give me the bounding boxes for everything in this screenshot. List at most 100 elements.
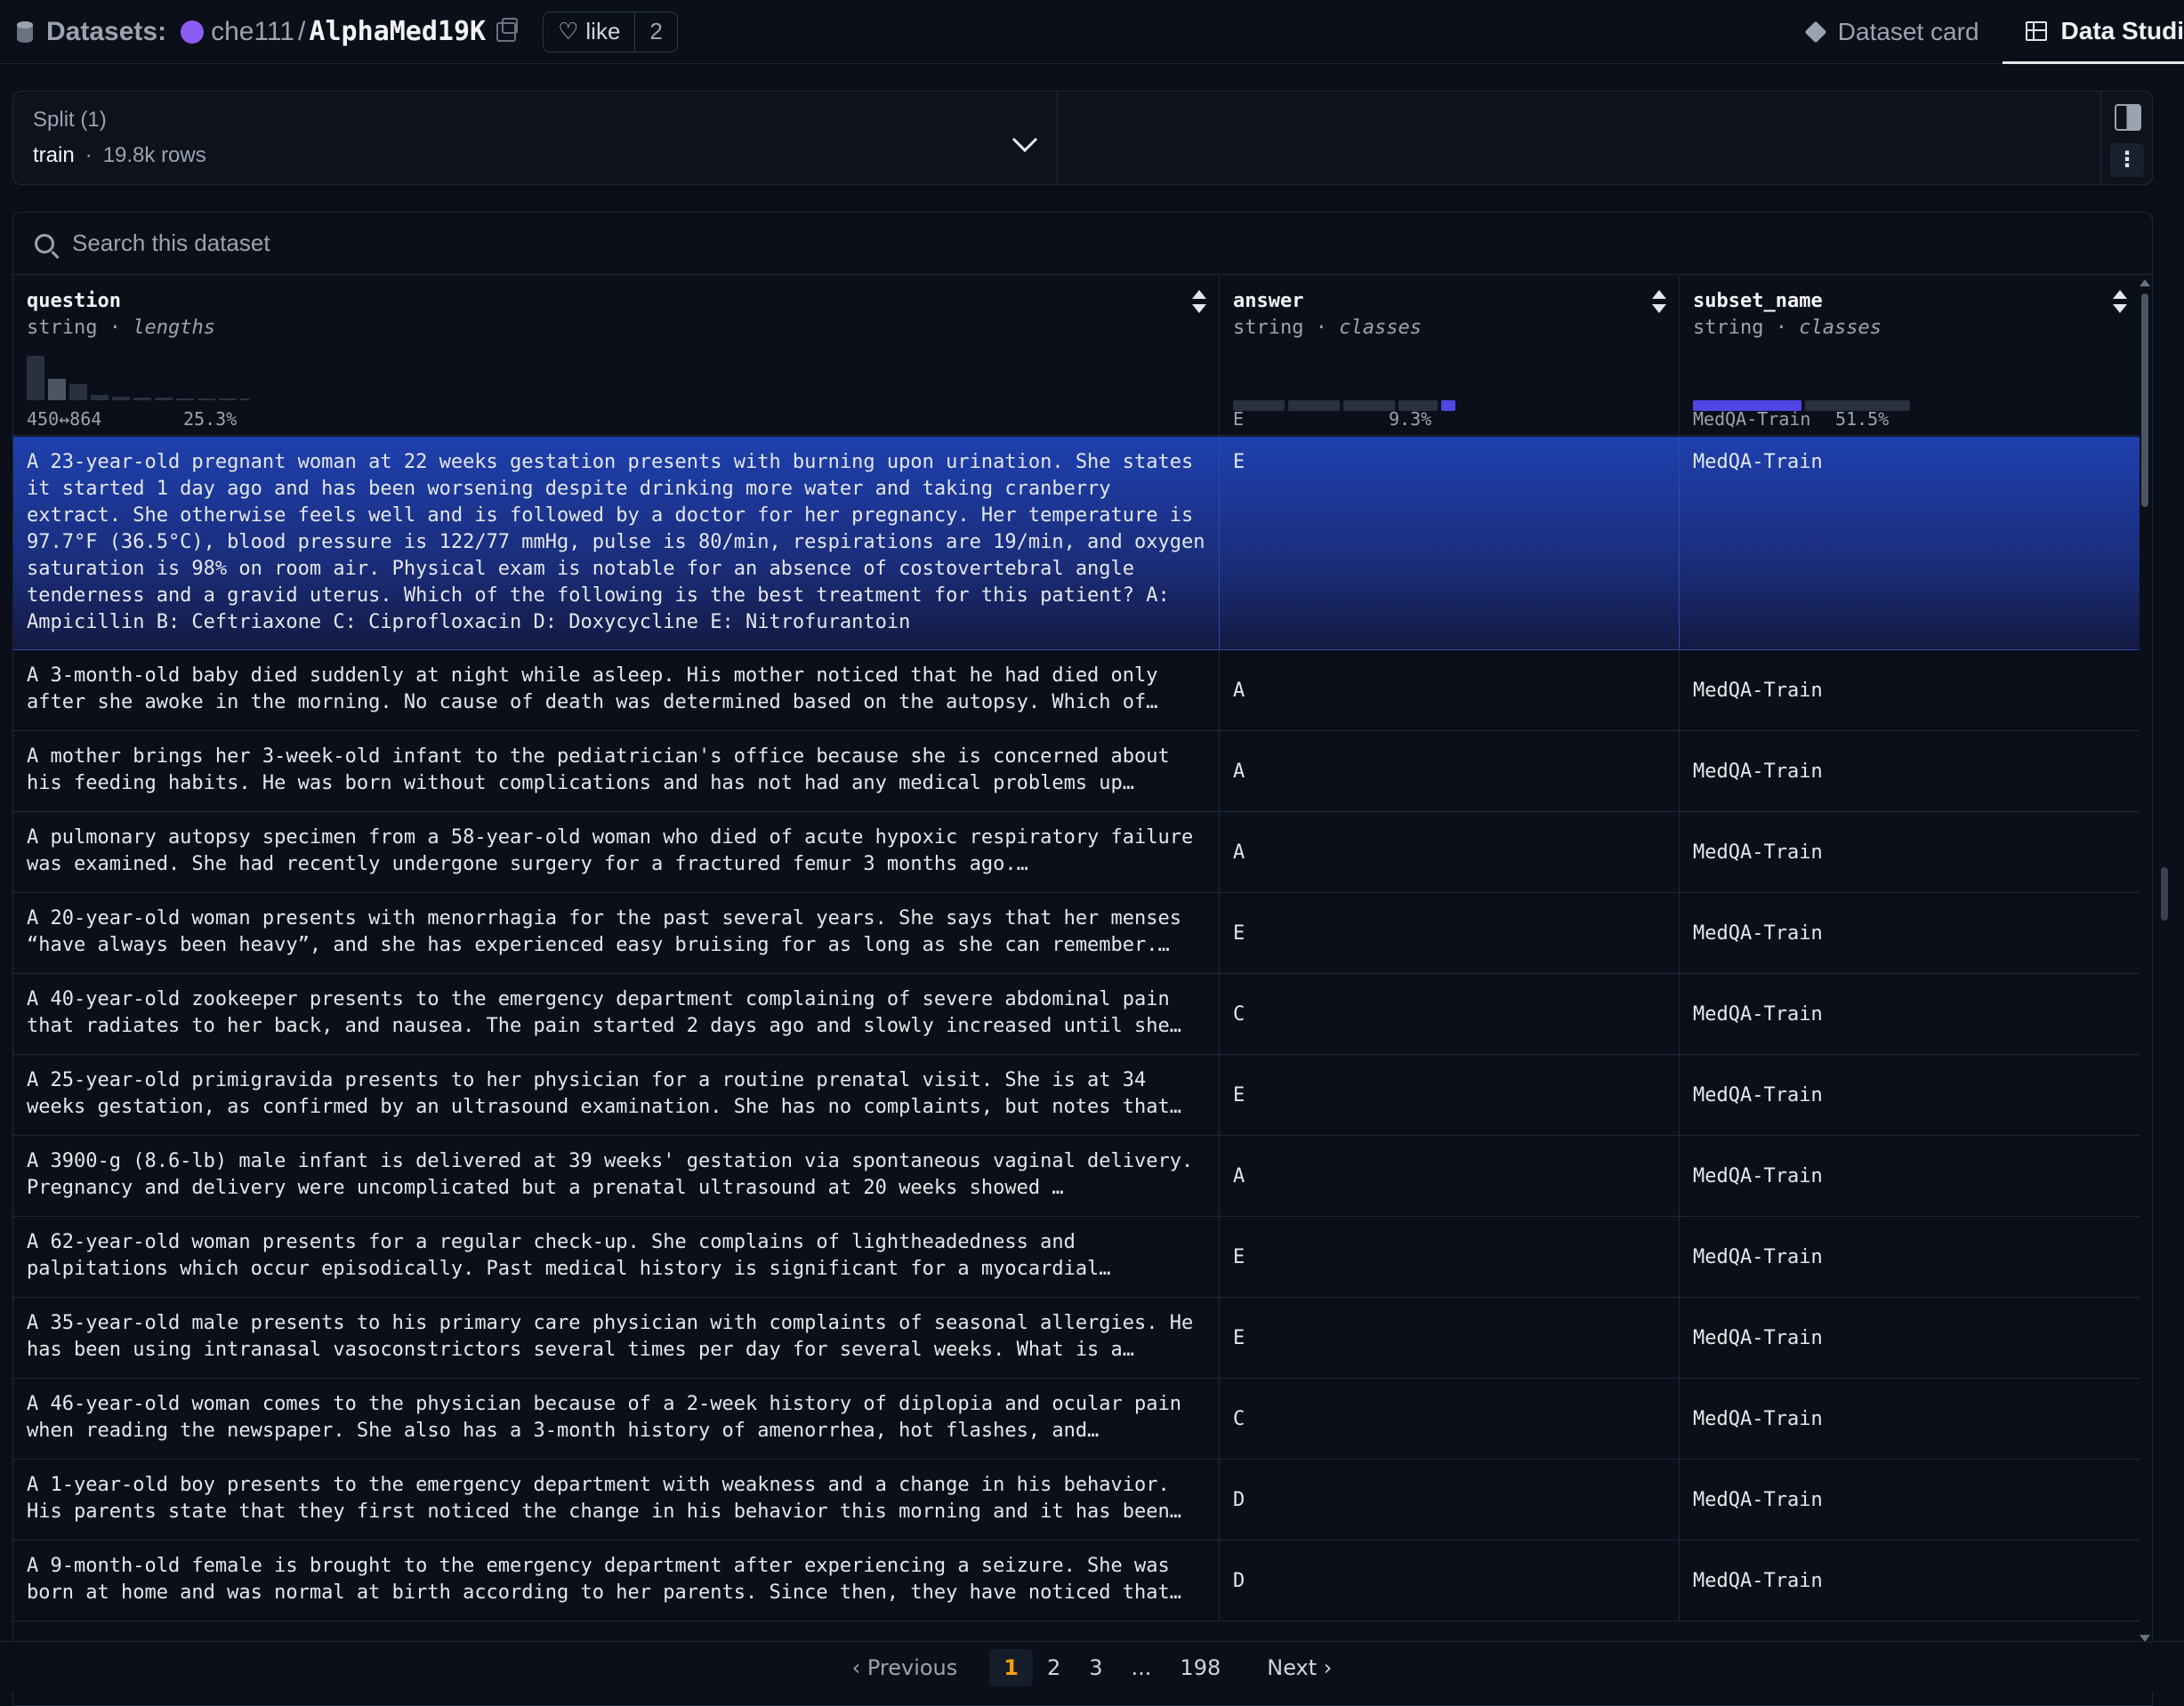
owner-link[interactable]: che111 — [211, 17, 294, 47]
question-cell[interactable]: A 40-year-old zookeeper presents to the … — [13, 974, 1220, 1054]
answer-cell[interactable]: E — [1220, 437, 1680, 649]
datasets-link[interactable]: Datasets: — [46, 17, 166, 47]
answer-cell[interactable]: E — [1220, 1298, 1680, 1378]
toggle-panel-icon[interactable] — [2115, 104, 2141, 131]
next-page-button[interactable]: Next › — [1253, 1649, 1346, 1686]
answer-cell[interactable]: C — [1220, 1379, 1680, 1459]
answer-cell[interactable]: A — [1220, 650, 1680, 730]
table-row[interactable]: A 25-year-old primigravida presents to h… — [13, 1055, 2140, 1136]
scrollbar-thumb[interactable] — [2141, 294, 2148, 507]
page-scrollbar-thumb[interactable] — [2161, 867, 2168, 921]
table-row[interactable]: A 40-year-old zookeeper presents to the … — [13, 974, 2140, 1055]
search-input[interactable] — [72, 229, 1140, 257]
histogram-bar[interactable] — [91, 395, 109, 400]
histogram-bar[interactable] — [240, 398, 249, 400]
subset-cell[interactable]: MedQA-Train — [1680, 1541, 2140, 1621]
cell-text: A 35-year-old male presents to his prima… — [27, 1312, 1194, 1361]
class-bar[interactable] — [1288, 400, 1340, 411]
answer-cell[interactable]: A — [1220, 1136, 1680, 1216]
subset-cell[interactable]: MedQA-Train — [1680, 893, 2140, 973]
more-options-icon[interactable]: ⋮ — [2110, 143, 2144, 177]
length-histogram[interactable] — [27, 356, 249, 400]
histogram-bar[interactable] — [112, 397, 130, 400]
question-cell[interactable]: A pulmonary autopsy specimen from a 58-y… — [13, 812, 1220, 892]
tab-data-studio[interactable]: Data Studi — [2002, 0, 2184, 64]
page-button-last[interactable]: 198 — [1165, 1649, 1235, 1686]
question-cell[interactable]: A 62-year-old woman presents for a regul… — [13, 1217, 1220, 1297]
answer-cell[interactable]: A — [1220, 731, 1680, 811]
question-cell[interactable]: A 35-year-old male presents to his prima… — [13, 1298, 1220, 1378]
column-header-question[interactable]: question string · lengths 450↔864 25.3% — [13, 276, 1220, 435]
histogram-bar[interactable] — [197, 398, 215, 400]
column-type: string · classes — [1233, 317, 1422, 339]
subset-cell[interactable]: MedQA-Train — [1680, 1136, 2140, 1216]
histogram-bar[interactable] — [27, 356, 44, 400]
table-row[interactable]: A 1-year-old boy presents to the emergen… — [13, 1460, 2140, 1541]
table-scrollbar[interactable] — [2138, 276, 2152, 1646]
like-count[interactable]: 2 — [634, 12, 676, 52]
answer-cell[interactable]: E — [1220, 1055, 1680, 1135]
table-row[interactable]: A 46-year-old woman comes to the physici… — [13, 1379, 2140, 1460]
sort-icon[interactable] — [1652, 290, 1666, 313]
histogram-bar[interactable] — [155, 398, 173, 400]
question-cell[interactable]: A 25-year-old primigravida presents to h… — [13, 1055, 1220, 1135]
question-cell[interactable]: A 3-month-old baby died suddenly at nigh… — [13, 650, 1220, 730]
split-selector[interactable]: Split (1) train · 19.8k rows — [13, 92, 1058, 184]
answer-cell[interactable]: D — [1220, 1541, 1680, 1621]
subset-cell[interactable]: MedQA-Train — [1680, 1055, 2140, 1135]
answer-cell[interactable]: E — [1220, 893, 1680, 973]
table-row[interactable]: A 23-year-old pregnant woman at 22 weeks… — [13, 437, 2140, 650]
column-header-answer[interactable]: answer string · classes E 9.3% — [1220, 276, 1680, 435]
previous-page-button[interactable]: ‹ Previous — [838, 1649, 972, 1686]
table-row[interactable]: A 3900-g (8.6-lb) male infant is deliver… — [13, 1136, 2140, 1217]
search-icon — [35, 233, 54, 253]
subset-cell[interactable]: MedQA-Train — [1680, 1298, 2140, 1378]
answer-cell[interactable]: A — [1220, 812, 1680, 892]
sort-icon[interactable] — [2113, 290, 2127, 313]
subset-cell[interactable]: MedQA-Train — [1680, 1460, 2140, 1540]
table-row[interactable]: A 62-year-old woman presents for a regul… — [13, 1217, 2140, 1298]
question-cell[interactable]: A 3900-g (8.6-lb) male infant is deliver… — [13, 1136, 1220, 1216]
histogram-bar[interactable] — [133, 398, 151, 400]
answer-cell[interactable]: E — [1220, 1217, 1680, 1297]
question-cell[interactable]: A 1-year-old boy presents to the emergen… — [13, 1460, 1220, 1540]
question-cell[interactable]: A mother brings her 3-week-old infant to… — [13, 731, 1220, 811]
page-button[interactable]: 2 — [1033, 1649, 1075, 1686]
subset-cell[interactable]: MedQA-Train — [1680, 1379, 2140, 1459]
subset-cell[interactable]: MedQA-Train — [1680, 812, 2140, 892]
subset-cell[interactable]: MedQA-Train — [1680, 650, 2140, 730]
subset-cell[interactable]: MedQA-Train — [1680, 437, 2140, 649]
subset-cell[interactable]: MedQA-Train — [1680, 1217, 2140, 1297]
subset-cell[interactable]: MedQA-Train — [1680, 731, 2140, 811]
subset-cell[interactable]: MedQA-Train — [1680, 974, 2140, 1054]
table-row[interactable]: A pulmonary autopsy specimen from a 58-y… — [13, 812, 2140, 893]
like-button[interactable]: ♡ like — [544, 12, 634, 52]
table-row[interactable]: A 3-month-old baby died suddenly at nigh… — [13, 650, 2140, 731]
split-row-count: 19.8k rows — [102, 143, 206, 167]
histogram-bar[interactable] — [176, 398, 194, 400]
question-cell[interactable]: A 20-year-old woman presents with menorr… — [13, 893, 1220, 973]
class-bar[interactable] — [1343, 400, 1395, 411]
table-grid-icon — [2025, 20, 2047, 41]
table-row[interactable]: A 9-month-old female is brought to the e… — [13, 1541, 2140, 1622]
page-button-current[interactable]: 1 — [989, 1648, 1033, 1686]
page-button[interactable]: 3 — [1075, 1649, 1116, 1686]
table-row[interactable]: A mother brings her 3-week-old infant to… — [13, 731, 2140, 812]
class-bar-selected[interactable] — [1441, 400, 1455, 411]
sort-icon[interactable] — [1192, 290, 1206, 313]
copy-icon[interactable] — [496, 17, 519, 42]
question-cell[interactable]: A 46-year-old woman comes to the physici… — [13, 1379, 1220, 1459]
tab-dataset-card[interactable]: Dataset card — [1783, 0, 2003, 64]
column-header-subset-name[interactable]: subset_name string · classes MedQA-Train… — [1680, 276, 2140, 435]
histogram-bar[interactable] — [48, 379, 66, 400]
repo-name[interactable]: AlphaMed19K — [309, 16, 486, 47]
question-cell[interactable]: A 23-year-old pregnant woman at 22 weeks… — [13, 437, 1220, 649]
answer-cell[interactable]: C — [1220, 974, 1680, 1054]
table-row[interactable]: A 20-year-old woman presents with menorr… — [13, 893, 2140, 974]
table-row[interactable]: A 35-year-old male presents to his prima… — [13, 1298, 2140, 1379]
answer-cell[interactable]: D — [1220, 1460, 1680, 1540]
question-cell[interactable]: A 9-month-old female is brought to the e… — [13, 1541, 1220, 1621]
scroll-up-icon[interactable] — [2140, 279, 2150, 286]
histogram-bar[interactable] — [69, 384, 87, 400]
histogram-bar[interactable] — [219, 398, 237, 400]
